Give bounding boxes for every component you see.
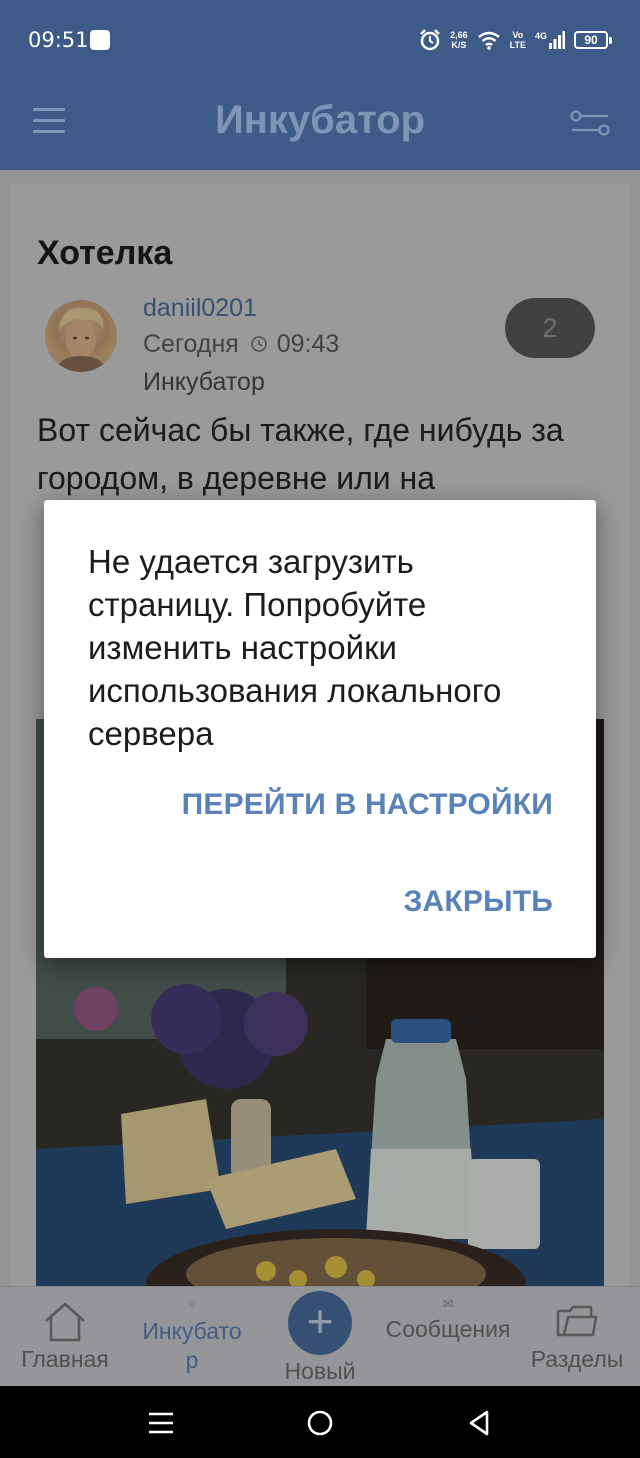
app-notification-icon	[90, 30, 110, 50]
signal-group: 4G	[535, 31, 565, 49]
app-bar: Инкубатор	[0, 80, 640, 170]
status-time: 09:51	[28, 28, 89, 52]
volte-bottom: LTE	[509, 40, 526, 50]
battery-icon: 90	[574, 31, 612, 49]
page-title: Инкубатор	[214, 98, 426, 142]
filter-icon[interactable]	[570, 108, 610, 138]
net-speed-value: 2,66	[450, 30, 468, 40]
net-speed: 2,66 K/S	[450, 30, 468, 50]
status-indicators: 2,66 K/S Vo LTE 4G 90	[419, 24, 612, 56]
battery-level: 90	[574, 31, 608, 49]
volte-indicator: Vo LTE	[510, 30, 526, 50]
alarm-icon	[420, 29, 440, 51]
dialog-message: Не удается загрузить страницу. Попробуйт…	[88, 543, 502, 752]
net-speed-unit: K/S	[451, 40, 467, 50]
recent-apps-icon[interactable]	[146, 1408, 176, 1438]
signal-icon	[549, 31, 565, 49]
status-bar: 09:51 2,66 K/S Vo LTE 4G 90	[0, 0, 640, 80]
network-type: 4G	[534, 31, 547, 41]
wifi-icon	[477, 31, 500, 50]
back-triangle-icon[interactable]	[465, 1408, 495, 1438]
close-dialog-button[interactable]: ЗАКРЫТЬ	[404, 885, 553, 919]
go-to-settings-button[interactable]: ПЕРЕЙТИ В НАСТРОЙКИ	[182, 788, 553, 822]
volte-top: Vo	[512, 30, 524, 40]
home-circle-icon[interactable]	[305, 1408, 335, 1438]
error-dialog: Не удается загрузить страницу. Попробуйт…	[44, 500, 596, 958]
system-navigation-bar	[0, 1386, 640, 1458]
